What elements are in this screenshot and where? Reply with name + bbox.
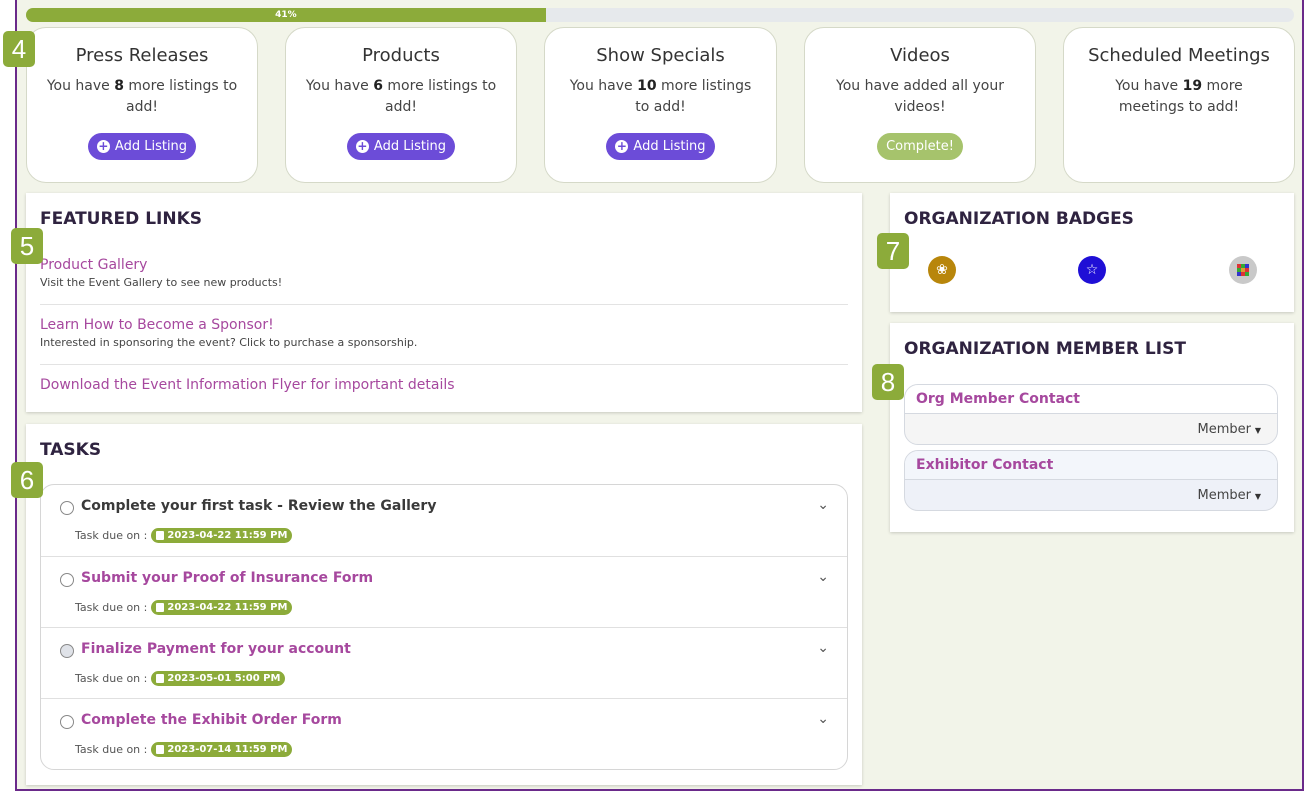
featured-link-item: Product Gallery Visit the Event Gallery … — [40, 257, 848, 289]
listing-count: 10 — [637, 78, 657, 94]
stat-card-text: You have added all your videos! — [836, 78, 1004, 115]
featured-link-item: Download the Event Information Flyer for… — [40, 377, 848, 393]
featured-links-panel: FEATURED LINKS Product Gallery Visit the… — [26, 193, 862, 412]
listing-count: 6 — [373, 78, 383, 94]
featured-link-description: Interested in sponsoring the event? Clic… — [40, 336, 418, 349]
stat-card-show-specials: Show Specials You have 10 more listings … — [544, 27, 777, 183]
featured-link-description: Visit the Event Gallery to see new produ… — [40, 276, 283, 289]
task-due: Task due on :2023-07-14 11:59 PM — [75, 742, 293, 757]
add-listing-button[interactable]: + Add Listing — [346, 133, 456, 160]
stat-card-scheduled-meetings: Scheduled Meetings You have 19 more meet… — [1063, 27, 1295, 183]
stat-card-text: You have 6 more listings to add! — [305, 78, 497, 115]
member-card: Org Member Contact Member ▼ — [904, 384, 1278, 445]
add-listing-button[interactable]: + Add Listing — [87, 133, 197, 160]
due-date-badge: 2023-07-14 11:59 PM — [151, 742, 293, 757]
complete-badge: Complete! — [877, 133, 963, 160]
chevron-down-icon[interactable]: ⌄ — [817, 497, 829, 513]
stat-card-press-releases: Press Releases You have 8 more listings … — [26, 27, 258, 183]
plus-circle-icon: + — [96, 139, 110, 153]
calendar-icon — [156, 531, 165, 540]
award-ribbon-icon[interactable]: ❀ — [928, 256, 956, 284]
member-role-dropdown[interactable]: Member — [1198, 488, 1251, 503]
progress-fill: 41% — [26, 8, 546, 22]
caret-down-icon[interactable]: ▼ — [1255, 426, 1261, 435]
meeting-count: 19 — [1182, 78, 1203, 94]
stat-card-title: Products — [362, 45, 440, 66]
task-name[interactable]: Complete the Exhibit Order Form — [81, 712, 342, 728]
due-date-badge: 2023-04-22 11:59 PM — [151, 528, 293, 543]
task-radio[interactable] — [60, 715, 74, 729]
add-listing-button[interactable]: + Add Listing — [606, 133, 715, 160]
callout-number: 4 — [3, 31, 35, 67]
task-radio[interactable] — [60, 501, 74, 515]
listing-count: 8 — [114, 78, 124, 94]
task-item[interactable]: Submit your Proof of Insurance Form ⌄ Ta… — [41, 556, 847, 627]
calendar-icon — [156, 674, 165, 683]
badges-title: ORGANIZATION BADGES — [904, 209, 1134, 229]
member-list-title: ORGANIZATION MEMBER LIST — [904, 339, 1186, 359]
task-item[interactable]: Finalize Payment for your account ⌄ Task… — [41, 627, 847, 698]
callout-number: 6 — [11, 462, 43, 498]
member-card: Exhibitor Contact Member ▼ — [904, 450, 1278, 511]
cube-icon[interactable] — [1229, 256, 1257, 284]
stat-card-title: Videos — [890, 45, 950, 66]
member-name-link[interactable]: Exhibitor Contact — [916, 457, 1053, 473]
task-due: Task due on :2023-04-22 11:59 PM — [75, 528, 293, 543]
stat-card-title: Press Releases — [75, 45, 209, 66]
stat-card-videos: Videos You have added all your videos! C… — [804, 27, 1036, 183]
callout-number: 7 — [877, 233, 909, 269]
featured-links-title: FEATURED LINKS — [40, 209, 202, 229]
task-radio[interactable] — [60, 573, 74, 587]
due-date-badge: 2023-05-01 5:00 PM — [151, 671, 286, 686]
chevron-down-icon[interactable]: ⌄ — [817, 569, 829, 585]
stat-card-text: You have 10 more listings to add! — [569, 78, 752, 115]
calendar-icon — [156, 745, 165, 754]
completion-progress-bar: 41% — [26, 8, 1294, 22]
task-radio[interactable] — [60, 644, 74, 658]
featured-link-item: Learn How to Become a Sponsor! Intereste… — [40, 317, 848, 349]
caret-down-icon[interactable]: ▼ — [1255, 492, 1261, 501]
stat-card-title: Show Specials — [596, 45, 725, 66]
chevron-down-icon[interactable]: ⌄ — [817, 711, 829, 727]
organization-member-list-panel: ORGANIZATION MEMBER LIST Org Member Cont… — [890, 323, 1294, 532]
cube-graphic — [1237, 264, 1249, 276]
stat-card-text: You have 8 more listings to add! — [46, 78, 238, 115]
task-due: Task due on :2023-05-01 5:00 PM — [75, 671, 286, 686]
chevron-down-icon[interactable]: ⌄ — [817, 640, 829, 656]
stat-card-text: You have 19 more meetings to add! — [1115, 78, 1243, 115]
tasks-panel: TASKS Complete your first task - Review … — [26, 424, 862, 785]
task-name[interactable]: Finalize Payment for your account — [81, 641, 351, 657]
task-item[interactable]: Complete the Exhibit Order Form ⌄ Task d… — [41, 698, 847, 769]
task-name[interactable]: Submit your Proof of Insurance Form — [81, 570, 373, 586]
task-name[interactable]: Complete your first task - Review the Ga… — [81, 498, 436, 514]
tasks-title: TASKS — [40, 440, 102, 460]
calendar-icon — [156, 603, 165, 612]
member-name-link[interactable]: Org Member Contact — [916, 391, 1080, 407]
member-role-dropdown[interactable]: Member — [1198, 422, 1251, 437]
task-item[interactable]: Complete your first task - Review the Ga… — [41, 485, 847, 556]
callout-number: 5 — [11, 228, 43, 264]
task-due: Task due on :2023-04-22 11:59 PM — [75, 600, 293, 615]
organization-badges-panel: ORGANIZATION BADGES ❀ ☆ — [890, 193, 1294, 312]
progress-label: 41% — [275, 10, 297, 20]
divider — [40, 364, 848, 365]
product-gallery-link[interactable]: Product Gallery — [40, 257, 848, 273]
task-list: Complete your first task - Review the Ga… — [40, 484, 848, 770]
divider — [40, 304, 848, 305]
event-flyer-link[interactable]: Download the Event Information Flyer for… — [40, 377, 848, 393]
callout-number: 8 — [872, 364, 904, 400]
sponsor-link[interactable]: Learn How to Become a Sponsor! — [40, 317, 848, 333]
due-date-badge: 2023-04-22 11:59 PM — [151, 600, 293, 615]
stat-card-products: Products You have 6 more listings to add… — [285, 27, 517, 183]
star-icon[interactable]: ☆ — [1078, 256, 1106, 284]
stat-card-title: Scheduled Meetings — [1088, 45, 1270, 66]
plus-circle-icon: + — [355, 139, 369, 153]
plus-circle-icon: + — [615, 139, 629, 153]
